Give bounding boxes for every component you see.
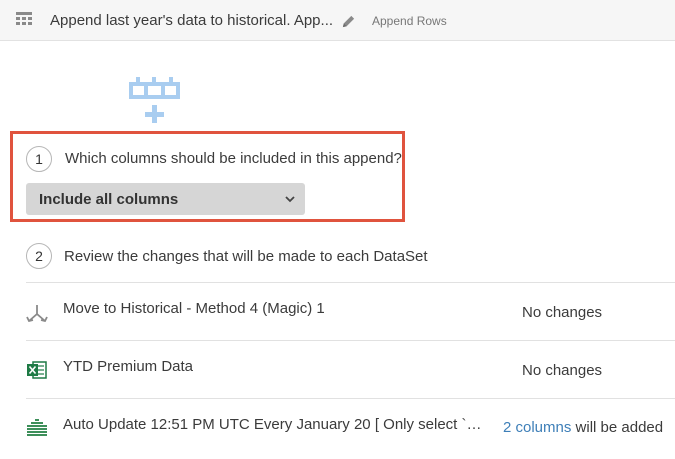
magic-etl-icon — [26, 305, 48, 322]
append-rows-icon — [129, 77, 180, 123]
step-1-number: 1 — [26, 146, 52, 172]
columns-added-suffix: will be added — [571, 419, 664, 436]
dataset-row: Auto Update 12:51 PM UTC Every January 2… — [26, 398, 675, 457]
dataset-name: Move to Historical - Method 4 (Magic) 1 — [63, 300, 325, 317]
columns-added-link[interactable]: 2 columns — [503, 419, 571, 436]
dataset-stack-icon — [27, 419, 47, 436]
dataset-name: Auto Update 12:51 PM UTC Every January 2… — [63, 416, 491, 433]
step-2-number: 2 — [26, 243, 52, 269]
tile-type-label: Append Rows — [372, 14, 447, 28]
column-select-dropdown[interactable]: Include all columns — [26, 183, 305, 215]
step-1-text: Which columns should be included in this… — [65, 150, 402, 167]
dataset-name: YTD Premium Data — [63, 358, 194, 375]
dataset-change-status: 2 columns will be added — [503, 419, 663, 436]
dataset-change-status: No changes — [522, 362, 603, 379]
step-2-text: Review the changes that will be made to … — [64, 248, 428, 265]
excel-icon — [27, 361, 47, 379]
dataset-row: YTD Premium Data No changes — [26, 340, 675, 399]
dataset-change-status: No changes — [522, 304, 603, 321]
dataflow-table-icon — [16, 12, 32, 25]
page-title: Append last year's data to historical. A… — [50, 12, 334, 29]
chevron-down-icon — [285, 196, 295, 203]
dataset-row: Move to Historical - Method 4 (Magic) 1 … — [26, 282, 675, 341]
dropdown-selected-value: Include all columns — [39, 191, 179, 208]
pencil-icon[interactable] — [341, 14, 356, 29]
header-bar: Append last year's data to historical. A… — [0, 0, 675, 41]
